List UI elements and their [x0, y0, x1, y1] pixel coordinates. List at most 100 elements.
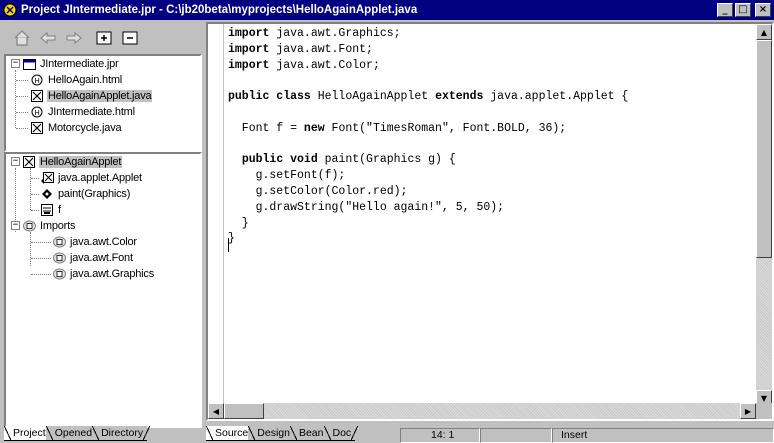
class-icon: [22, 155, 36, 169]
tree-item-paint-method[interactable]: paint(Graphics): [40, 187, 131, 201]
code-line[interactable]: [228, 73, 628, 89]
scroll-up-button[interactable]: ▲: [756, 24, 772, 40]
code-line[interactable]: [228, 105, 628, 121]
html-file-icon: H: [30, 105, 44, 119]
maximize-button[interactable]: □: [735, 3, 751, 17]
navigation-pane: − JIntermediate.jpr H HelloAgain.html He…: [0, 20, 205, 443]
collapse-toggle[interactable]: −: [11, 59, 20, 68]
code-line[interactable]: }: [228, 231, 628, 247]
code-line[interactable]: g.setFont(f);: [228, 168, 628, 184]
code-line[interactable]: public void paint(Graphics g) {: [228, 152, 628, 168]
scrollbar-corner: [756, 403, 772, 419]
svg-text:H: H: [34, 77, 39, 85]
code-line[interactable]: g.setColor(Color.red);: [228, 184, 628, 200]
code-line[interactable]: }: [228, 216, 628, 232]
forward-arrow-icon[interactable]: [64, 28, 84, 48]
code-line[interactable]: import java.awt.Graphics;: [228, 26, 628, 42]
code-text: paint(Graphics g) {: [317, 153, 456, 167]
window-title: Project JIntermediate.jpr - C:\jb20beta\…: [21, 4, 418, 16]
code-area[interactable]: import java.awt.Graphics; import java.awt…: [228, 26, 628, 247]
horizontal-scroll-thumb[interactable]: [224, 403, 264, 419]
horizontal-scroll-track[interactable]: [264, 403, 740, 419]
code-keyword: import: [228, 42, 270, 56]
close-button[interactable]: ×: [755, 3, 771, 17]
tab-bean[interactable]: Bean: [289, 426, 330, 441]
code-text: java.awt.Graphics;: [269, 27, 401, 40]
tree-item-motorcycle-java[interactable]: Motorcycle.java: [30, 121, 122, 135]
tab-project[interactable]: Project: [4, 426, 53, 441]
code-line[interactable]: public class HelloAgainApplet extends ja…: [228, 89, 628, 105]
scroll-right-button[interactable]: ▶: [740, 403, 756, 419]
imports-node[interactable]: Imports: [22, 219, 76, 233]
code-line[interactable]: import java.awt.Color;: [228, 58, 628, 74]
import-icon: [52, 251, 66, 265]
tree-item-import-color[interactable]: java.awt.Color: [52, 235, 138, 249]
code-text: HelloAgainApplet: [310, 90, 436, 104]
project-root-node[interactable]: JIntermediate.jpr: [22, 57, 120, 71]
text-caret: [228, 238, 229, 252]
source-editor[interactable]: import java.awt.Graphics; import java.awt…: [206, 22, 774, 421]
code-text: }: [228, 216, 249, 230]
code-keyword: new: [303, 121, 325, 135]
status-message: [480, 428, 552, 443]
code-keyword: public class: [228, 90, 311, 104]
collapse-toggle[interactable]: −: [11, 157, 20, 166]
tab-directory[interactable]: Directory: [92, 426, 151, 441]
html-file-icon: H: [30, 73, 44, 87]
tree-item-import-font[interactable]: java.awt.Font: [52, 251, 134, 265]
field-icon: [40, 203, 54, 217]
code-text: Font("TimesRoman", Font.BOLD, 36);: [324, 121, 567, 135]
code-line[interactable]: import java.awt.Font;: [228, 42, 628, 58]
horizontal-scrollbar[interactable]: ◀ ▶: [208, 403, 756, 419]
add-file-icon[interactable]: [94, 28, 114, 48]
remove-file-icon[interactable]: [120, 28, 140, 48]
class-root-node[interactable]: HelloAgainApplet: [22, 155, 123, 169]
back-arrow-icon[interactable]: [38, 28, 58, 48]
code-line[interactable]: g.drawString("Hello again!", 5, 50);: [228, 200, 628, 216]
title-bar: Project JIntermediate.jpr - C:\jb20beta\…: [0, 0, 774, 20]
app-icon[interactable]: [3, 3, 17, 17]
vertical-scrollbar[interactable]: ▲ ▼: [756, 24, 772, 406]
editor-gutter: [208, 24, 224, 406]
code-keyword: import: [228, 58, 270, 72]
java-file-icon: [30, 121, 44, 135]
tree-item-helloagain-html[interactable]: H HelloAgain.html: [30, 73, 123, 87]
cursor-position: 14: 1: [400, 428, 480, 443]
code-text: g.drawString("Hello again!", 5, 50);: [228, 200, 505, 214]
tree-item-helloagainapplet-java[interactable]: HelloAgainApplet.java: [30, 89, 153, 103]
import-icon: [52, 267, 66, 281]
structure-tree: − HelloAgainApplet java.applet.Applet pa…: [4, 152, 202, 428]
java-file-icon: [30, 89, 44, 103]
svg-text:H: H: [34, 109, 39, 117]
tree-item-field-f[interactable]: f: [40, 203, 62, 217]
tab-opened[interactable]: Opened: [45, 426, 100, 441]
code-text: java.awt.Font;: [269, 42, 373, 56]
vertical-scroll-thumb[interactable]: [756, 40, 772, 258]
code-text: java.applet.Applet {: [483, 90, 629, 104]
code-text: java.awt.Color;: [269, 58, 380, 72]
scroll-left-button[interactable]: ◀: [208, 403, 224, 419]
tree-item-jintermediate-html[interactable]: H JIntermediate.html: [30, 105, 136, 119]
navigation-toolbar: [12, 27, 140, 49]
code-text: Font f =: [228, 121, 304, 135]
code-keyword: import: [228, 27, 270, 40]
tree-item-superclass[interactable]: java.applet.Applet: [40, 171, 143, 185]
tab-design[interactable]: Design: [248, 426, 297, 441]
imports-collapse-toggle[interactable]: −: [11, 221, 20, 230]
tab-source[interactable]: Source: [206, 426, 256, 441]
superclass-icon: [40, 171, 54, 185]
project-icon: [22, 57, 36, 71]
code-text: g.setColor(Color.red);: [228, 184, 408, 198]
vertical-scroll-track[interactable]: [756, 258, 772, 390]
minimize-button[interactable]: _: [717, 3, 733, 17]
home-icon[interactable]: [12, 28, 32, 48]
code-text: }: [228, 232, 235, 246]
tree-item-import-graphics[interactable]: java.awt.Graphics: [52, 267, 155, 281]
project-tree: − JIntermediate.jpr H HelloAgain.html He…: [4, 54, 202, 152]
imports-folder-icon: [22, 219, 36, 233]
tab-doc[interactable]: Doc: [323, 426, 358, 441]
code-line[interactable]: [228, 137, 628, 153]
code-line[interactable]: Font f = new Font("TimesRoman", Font.BOL…: [228, 121, 628, 137]
editor-tabs: Source Design Bean Doc: [206, 426, 358, 443]
